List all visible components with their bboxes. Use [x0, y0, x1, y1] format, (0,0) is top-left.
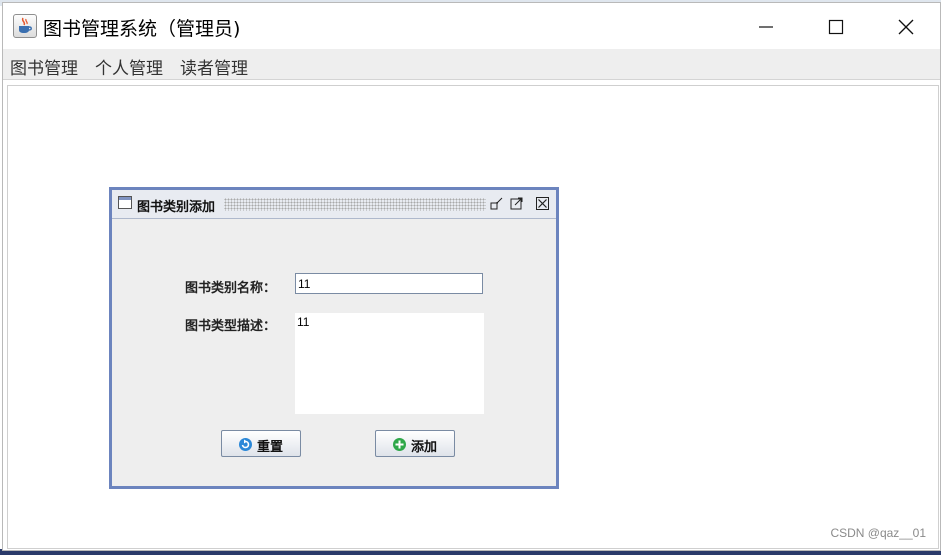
minimize-icon	[759, 26, 773, 28]
close-button[interactable]	[883, 11, 929, 43]
frame-maximize-icon	[510, 197, 523, 210]
frame-title-bar[interactable]: 图书类别添加	[112, 190, 556, 219]
category-desc-label: 图书类型描述：	[185, 319, 277, 334]
add-button[interactable]: 添加	[375, 430, 455, 457]
menu-bar: 图书管理 个人管理 读者管理	[3, 49, 940, 80]
menu-book-management[interactable]: 图书管理	[10, 54, 78, 79]
book-category-add-frame: 图书类别添加 图书类别名称： 11 图书类型描述： 11 重置 添加	[109, 187, 559, 489]
watermark: CSDN @qaz__01	[830, 526, 926, 540]
category-name-input[interactable]	[295, 273, 483, 294]
frame-maximize-button[interactable]	[510, 197, 523, 210]
reset-icon	[239, 438, 252, 451]
title-bar-grip	[224, 198, 486, 211]
iconify-button[interactable]	[490, 197, 503, 210]
menu-personal-management[interactable]: 个人管理	[95, 54, 163, 79]
category-desc-textarea[interactable]: 11	[295, 313, 484, 414]
window-title: 图书管理系统（管理员)	[43, 18, 241, 40]
minimize-button[interactable]	[743, 11, 789, 43]
add-icon	[393, 438, 406, 451]
frame-close-icon	[536, 197, 549, 210]
reset-button-label: 重置	[257, 440, 284, 455]
java-cup-icon	[13, 14, 37, 38]
menu-reader-management[interactable]: 读者管理	[180, 54, 248, 79]
add-button-label: 添加	[411, 440, 438, 455]
category-name-label: 图书类别名称：	[185, 281, 277, 296]
iconify-icon	[490, 197, 503, 210]
maximize-icon	[828, 19, 844, 35]
frame-close-button[interactable]	[536, 197, 549, 210]
reset-button[interactable]: 重置	[221, 430, 301, 457]
window-frame-icon	[118, 196, 132, 209]
frame-title: 图书类别添加	[137, 200, 216, 215]
maximize-button[interactable]	[813, 11, 859, 43]
close-icon	[898, 19, 914, 35]
title-bar[interactable]: 图书管理系统（管理员)	[3, 3, 940, 49]
main-window: 图书管理系统（管理员) 图书管理 个人管理 读者管理 图书类别添加 图书类别名称…	[2, 2, 941, 551]
